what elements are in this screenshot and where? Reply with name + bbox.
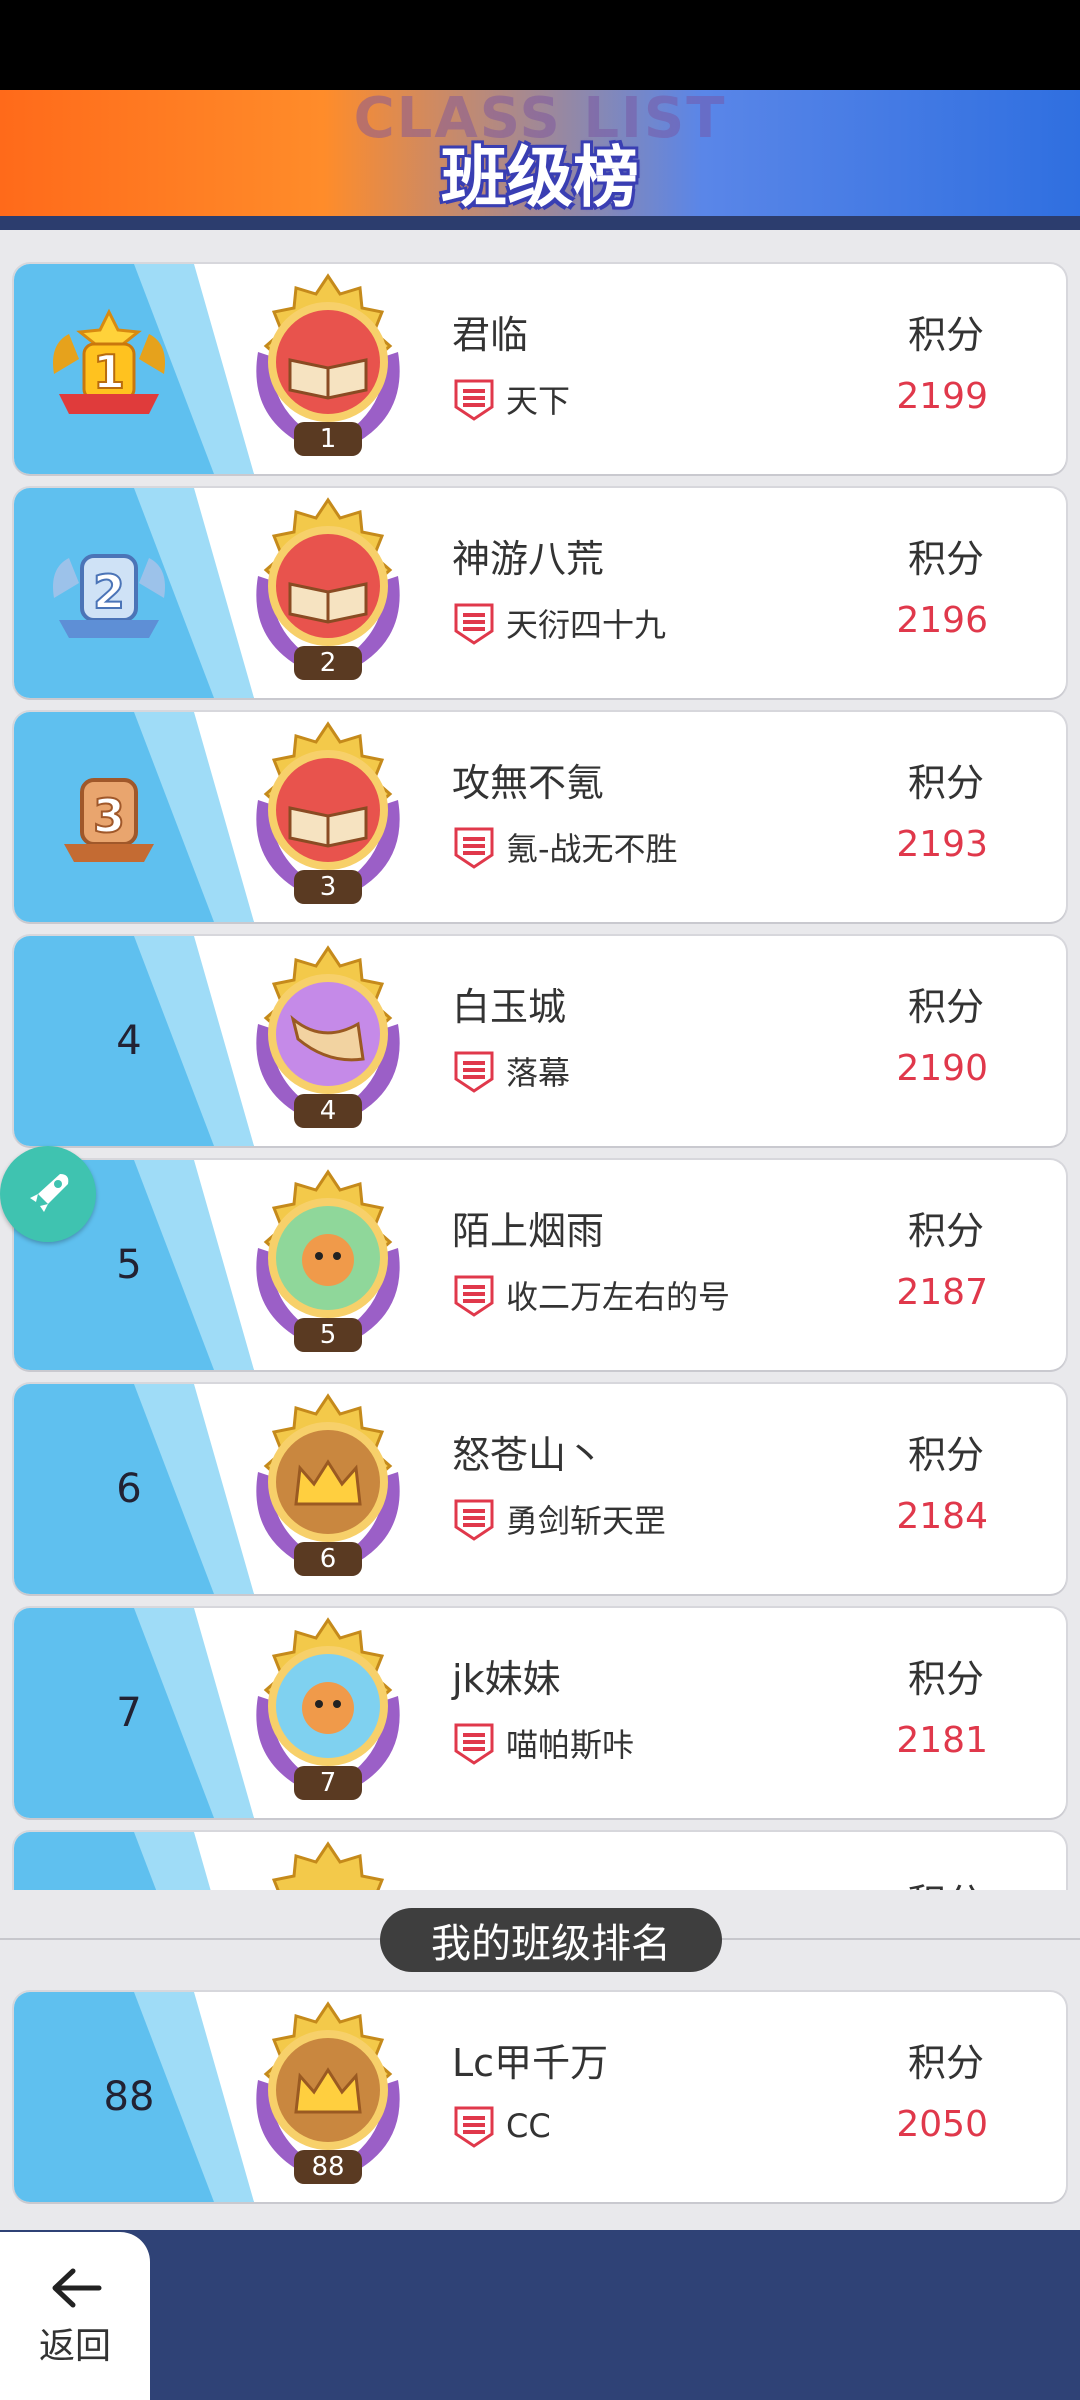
badge-level: 88 (294, 2150, 362, 2184)
score-label: 积分 (908, 1872, 984, 1890)
guild-name: 喵帕斯咔 (506, 1726, 635, 1764)
rank-number: 88 (103, 2074, 155, 2120)
badge-level: 3 (294, 870, 362, 904)
badge-level: 6 (294, 1542, 362, 1576)
guild-icon (454, 2106, 494, 2148)
player-name: 陌上烟雨 (452, 1209, 605, 1253)
guild-name: CC (506, 2107, 551, 2145)
badge-level: 2 (294, 646, 362, 680)
page-header: CLASS LIST 班级榜 (0, 90, 1080, 216)
trophy-rank-label: 3 (93, 789, 125, 843)
ranking-row-partial[interactable]: 积分 (14, 1832, 1066, 1890)
badge-level: 1 (294, 422, 362, 456)
score-label: 积分 (907, 1209, 984, 1253)
badge-level: 4 (294, 1094, 362, 1128)
gold-trophy-icon: 1 (53, 308, 165, 414)
bronze-trophy-icon: 3 (64, 778, 154, 862)
guild-name: 天下 (506, 382, 571, 420)
trophy-rank-label: 2 (93, 565, 125, 619)
score-value: 2050 (896, 2104, 988, 2145)
player-name: 君临 (452, 313, 529, 357)
guild-name: 收二万左右的号 (506, 1278, 731, 1316)
badge-icon (271, 1841, 385, 1890)
ranking-row[interactable]: 2 2 神游八荒 天衍四十九 积分 2196 (14, 488, 1066, 698)
rocket-float-button[interactable] (0, 1146, 96, 1242)
score-value: 2181 (896, 1720, 988, 1761)
status-bar (0, 0, 1080, 90)
score-label: 积分 (907, 313, 984, 357)
rank-number: 7 (116, 1690, 142, 1736)
player-name: Lc甲千万 (452, 2041, 609, 2085)
ranking-row[interactable]: 5 5 陌上烟雨 收二万左右的号 积分 2187 (14, 1160, 1066, 1370)
badge-level: 7 (294, 1766, 362, 1800)
badge-level: 5 (294, 1318, 362, 1352)
guild-name: 天衍四十九 (506, 606, 667, 644)
guild-icon (454, 1275, 494, 1317)
page-title: 班级榜 (441, 139, 639, 216)
player-name: 攻無不氪 (452, 761, 605, 805)
score-value: 2184 (896, 1496, 988, 1537)
player-name: jk妹妹 (452, 1657, 561, 1701)
player-name: 白玉城 (452, 985, 567, 1029)
ranking-row[interactable]: 1 1 君临 天下 积分 2199 (14, 264, 1066, 474)
guild-icon (454, 1051, 494, 1093)
player-name: 神游八荒 (452, 537, 605, 581)
ranking-list[interactable]: 1 1 君临 天下 积分 2199 2 2 神游八荒 天衍四十九 积分 2196… (0, 230, 1080, 1890)
silver-trophy-icon: 2 (53, 554, 165, 638)
player-name: 怒苍山丶 (452, 1433, 605, 1477)
guild-name: 氪-战无不胜 (506, 830, 678, 868)
arrow-left-icon (52, 2268, 102, 2308)
header-divider (0, 216, 1080, 230)
guild-icon (454, 603, 494, 645)
my-ranking-section: 我的班级排名 88 88 Lc甲千万 CC 积分 2050 (0, 1890, 1080, 2230)
score-label: 积分 (907, 985, 984, 1029)
back-button[interactable]: 返回 (0, 2232, 150, 2400)
rocket-icon (30, 1174, 69, 1212)
ranking-row[interactable]: 6 6 怒苍山丶 勇剑斩天罡 积分 2184 (14, 1384, 1066, 1594)
score-label: 积分 (907, 1657, 984, 1701)
ranking-row[interactable]: 3 3 攻無不氪 氪-战无不胜 积分 2193 (14, 712, 1066, 922)
score-label: 积分 (907, 1433, 984, 1477)
guild-icon (454, 827, 494, 869)
score-label: 积分 (907, 2041, 984, 2085)
my-ranking-row[interactable]: 88 88 Lc甲千万 CC 积分 2050 (14, 1992, 1066, 2202)
score-value: 2199 (896, 376, 988, 417)
ranking-row[interactable]: 4 4 白玉城 落幕 积分 2190 (14, 936, 1066, 1146)
score-label: 积分 (907, 537, 984, 581)
guild-name: 勇剑斩天罡 (506, 1502, 667, 1540)
score-value: 2193 (896, 824, 988, 865)
trophy-rank-label: 1 (93, 345, 125, 399)
score-value: 2187 (896, 1272, 988, 1313)
ranking-row[interactable]: 7 7 jk妹妹 喵帕斯咔 积分 2181 (14, 1608, 1066, 1818)
footer-bar (0, 2230, 1080, 2400)
back-label: 返回 (38, 2326, 111, 2367)
score-label: 积分 (907, 761, 984, 805)
guild-icon (454, 1723, 494, 1765)
my-ranking-title: 我的班级排名 (380, 1908, 722, 1972)
rank-number: 4 (116, 1018, 142, 1064)
guild-icon (454, 379, 494, 421)
guild-name: 落幕 (506, 1054, 571, 1092)
score-value: 2190 (896, 1048, 988, 1089)
score-value: 2196 (896, 600, 988, 641)
guild-icon (454, 1499, 494, 1541)
rank-number: 6 (116, 1466, 142, 1512)
